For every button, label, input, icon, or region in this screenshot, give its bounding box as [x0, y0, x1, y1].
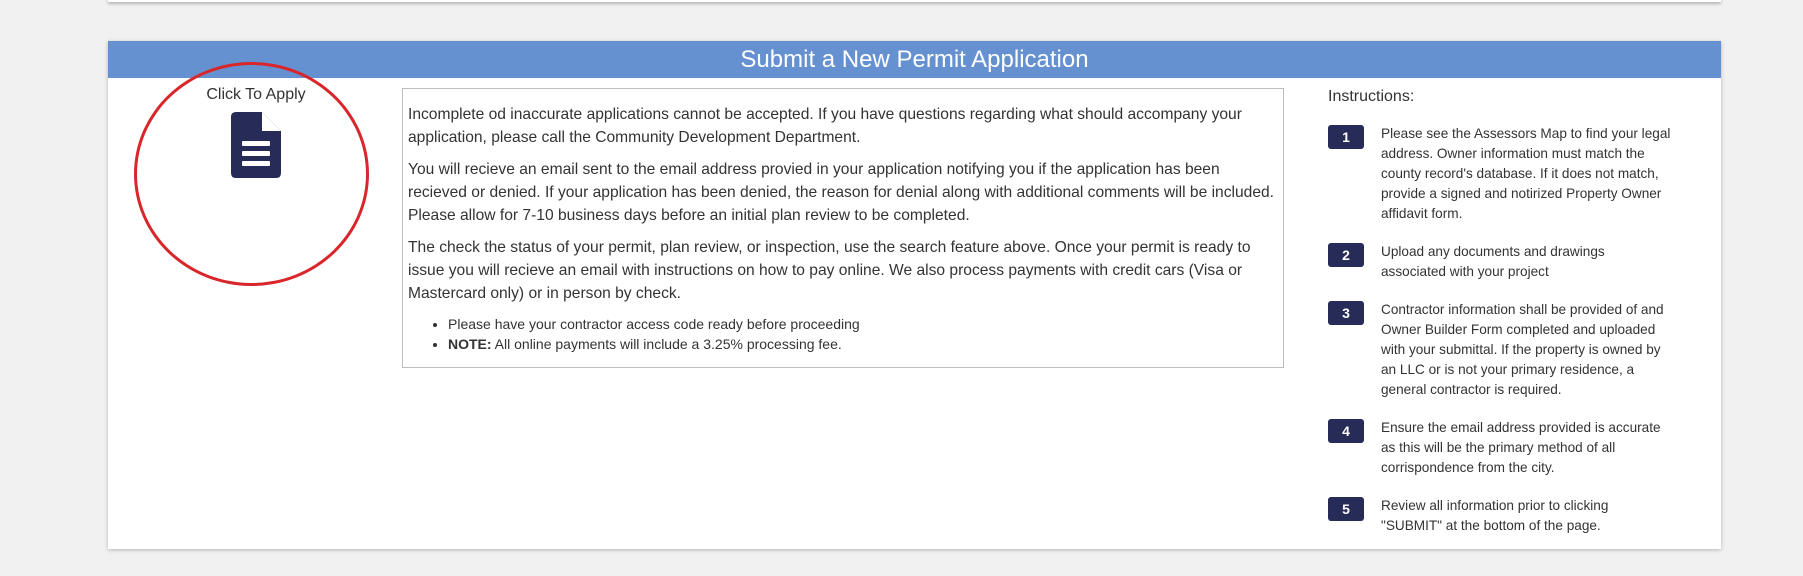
instruction-step: 3 Contractor information shall be provid… — [1328, 300, 1688, 400]
previous-panel — [108, 0, 1721, 2]
application-info-box: Incomplete od inaccurate applications ca… — [402, 88, 1284, 368]
bullet-processing-fee: NOTE: All online payments will include a… — [448, 334, 1278, 354]
info-bullets: Please have your contractor access code … — [408, 314, 1278, 354]
step-number-badge: 3 — [1328, 301, 1364, 325]
step-number-badge: 4 — [1328, 419, 1364, 443]
step-text: Review all information prior to clicking… — [1381, 498, 1609, 533]
instruction-step: 1 Please see the Assessors Map to find y… — [1328, 124, 1688, 224]
step-text: Ensure the email address provided is acc… — [1381, 420, 1661, 475]
info-paragraph-1: Incomplete od inaccurate applications ca… — [408, 106, 1242, 146]
instruction-step: 4 Ensure the email address provided is a… — [1328, 418, 1688, 478]
bullet-contractor-code-text: Please have your contractor access code … — [448, 316, 860, 332]
note-label: NOTE: — [448, 336, 492, 352]
instruction-step: 2 Upload any documents and drawings asso… — [1328, 242, 1688, 282]
click-to-apply-label[interactable]: Click To Apply — [108, 86, 404, 104]
step-number-badge: 2 — [1328, 243, 1364, 267]
document-icon[interactable] — [231, 112, 281, 183]
instruction-step: 5 Review all information prior to clicki… — [1328, 496, 1688, 536]
panel-title: Submit a New Permit Application — [108, 41, 1721, 78]
bullet-contractor-code: Please have your contractor access code … — [448, 314, 1278, 334]
info-paragraph-3: The check the status of your permit, pla… — [408, 239, 1251, 302]
step-text: Please see the Assessors Map to find you… — [1381, 126, 1671, 221]
info-paragraph-2: You will recieve an email sent to the em… — [408, 161, 1274, 224]
instructions-section: Instructions: 1 Please see the Assessors… — [1328, 88, 1688, 554]
processing-fee-text: All online payments will include a 3.25%… — [491, 336, 842, 352]
instructions-title: Instructions: — [1328, 88, 1415, 105]
apply-section: Click To Apply — [108, 62, 404, 286]
step-number-badge: 5 — [1328, 497, 1364, 521]
step-number-badge: 1 — [1328, 125, 1364, 149]
new-permit-panel: Submit a New Permit Application Click To… — [108, 41, 1721, 549]
step-text: Contractor information shall be provided… — [1381, 302, 1664, 397]
step-text: Upload any documents and drawings associ… — [1381, 244, 1605, 279]
